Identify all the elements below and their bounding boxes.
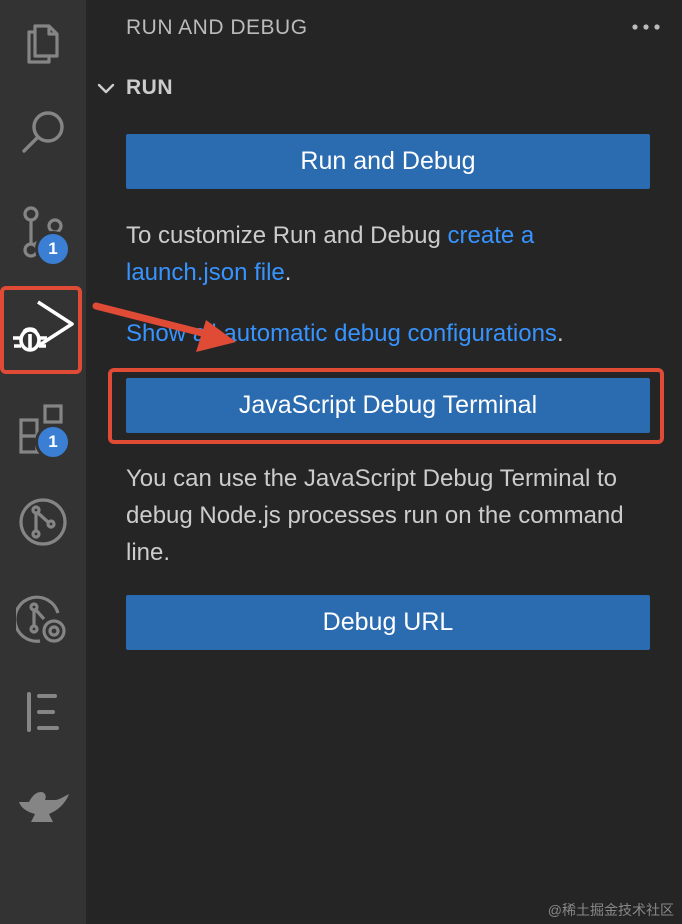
watermark: @稀土掘金技术社区 <box>547 902 674 918</box>
annotation-arrow <box>92 302 236 352</box>
